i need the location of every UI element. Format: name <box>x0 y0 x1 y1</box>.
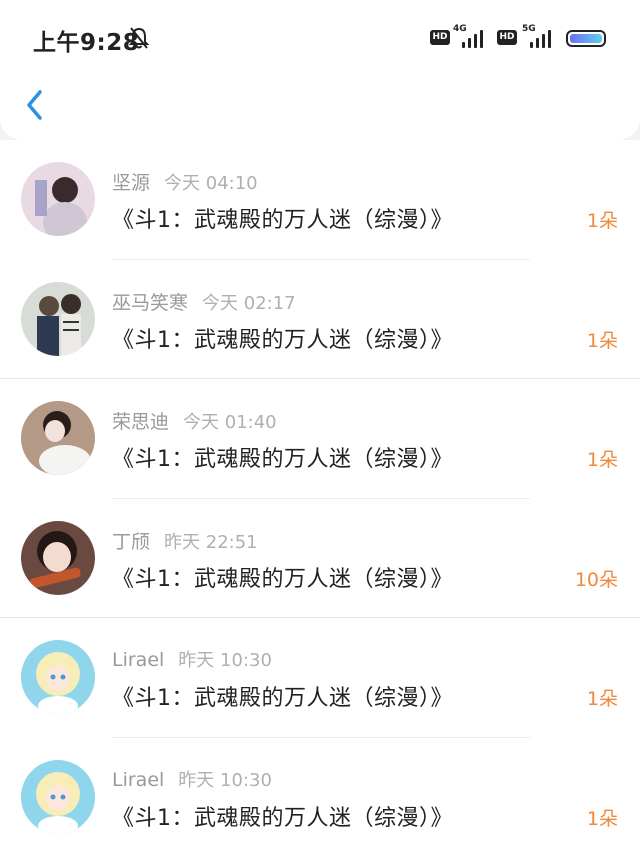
gift-count: 10朵 <box>575 565 618 592</box>
list-item[interactable]: 巫马笑寒今天 02:17 《斗1：武魂殿的万人迷（综漫）》 1朵 <box>0 260 640 380</box>
signal-icon <box>462 28 490 48</box>
user-name-text: 丁颀 <box>112 531 150 553</box>
user-name: 丁颀昨天 22:51 <box>112 527 258 554</box>
timestamp: 昨天 10:30 <box>178 650 272 671</box>
book-title: 《斗1：武魂殿的万人迷（综漫）》 <box>112 680 453 712</box>
gift-record-list: 坚源今天 04:10 《斗1：武魂殿的万人迷（综漫）》 1朵 巫马笑寒今天 02… <box>0 140 640 857</box>
status-icons: HD 4G HD 5G <box>430 22 610 52</box>
status-time: 上午9:28 <box>33 23 139 57</box>
list-item[interactable]: Lirael 昨天 10:30 《斗1：武魂殿的万人迷（综漫）》 1朵 <box>0 738 640 857</box>
timestamp: 今天 01:40 <box>183 412 277 433</box>
book-title: 《斗1：武魂殿的万人迷（综漫）》 <box>112 202 453 234</box>
gift-count: 1朵 <box>587 445 618 472</box>
chevron-left-icon[interactable] <box>24 88 46 122</box>
user-name-text: Lirael <box>112 649 164 671</box>
avatar[interactable] <box>21 162 95 236</box>
list-item[interactable]: 坚源今天 04:10 《斗1：武魂殿的万人迷（综漫）》 1朵 <box>0 140 640 260</box>
list-item[interactable]: 丁颀昨天 22:51 《斗1：武魂殿的万人迷（综漫）》 10朵 <box>0 499 640 619</box>
user-name-text: 荣思迪 <box>112 411 169 433</box>
list-item[interactable]: 荣思迪今天 01:40 《斗1：武魂殿的万人迷（综漫）》 1朵 <box>0 379 640 499</box>
gift-count: 1朵 <box>587 684 618 711</box>
user-name: 坚源今天 04:10 <box>112 168 258 195</box>
timestamp: 昨天 10:30 <box>178 770 272 791</box>
book-title: 《斗1：武魂殿的万人迷（综漫）》 <box>112 322 453 354</box>
gift-count: 1朵 <box>587 206 618 233</box>
user-name: 荣思迪今天 01:40 <box>112 407 277 434</box>
bell-muted-icon <box>128 26 150 50</box>
avatar[interactable] <box>21 282 95 356</box>
book-title: 《斗1：武魂殿的万人迷（综漫）》 <box>112 561 453 593</box>
timestamp: 今天 02:17 <box>202 293 296 314</box>
avatar[interactable] <box>21 640 95 714</box>
top-header: 上午9:28 HD 4G HD 5G <box>0 0 640 140</box>
hd-badge: HD <box>497 30 517 45</box>
battery-icon <box>566 30 606 47</box>
timestamp: 昨天 22:51 <box>164 532 258 553</box>
user-name-text: Lirael <box>112 769 164 791</box>
gift-count: 1朵 <box>587 326 618 353</box>
user-name-text: 巫马笑寒 <box>112 292 188 314</box>
signal-icon <box>530 28 558 48</box>
user-name: Lirael 昨天 10:30 <box>112 766 272 792</box>
list-item[interactable]: Lirael 昨天 10:30 《斗1：武魂殿的万人迷（综漫）》 1朵 <box>0 618 640 738</box>
hd-badge: HD <box>430 30 450 45</box>
avatar[interactable] <box>21 760 95 834</box>
book-title: 《斗1：武魂殿的万人迷（综漫）》 <box>112 800 453 832</box>
avatar[interactable] <box>21 521 95 595</box>
user-name: Lirael 昨天 10:30 <box>112 646 272 672</box>
user-name: 巫马笑寒今天 02:17 <box>112 288 296 315</box>
user-name-text: 坚源 <box>112 172 150 194</box>
gift-count: 1朵 <box>587 804 618 831</box>
timestamp: 今天 04:10 <box>164 173 258 194</box>
book-title: 《斗1：武魂殿的万人迷（综漫）》 <box>112 441 453 473</box>
avatar[interactable] <box>21 401 95 475</box>
